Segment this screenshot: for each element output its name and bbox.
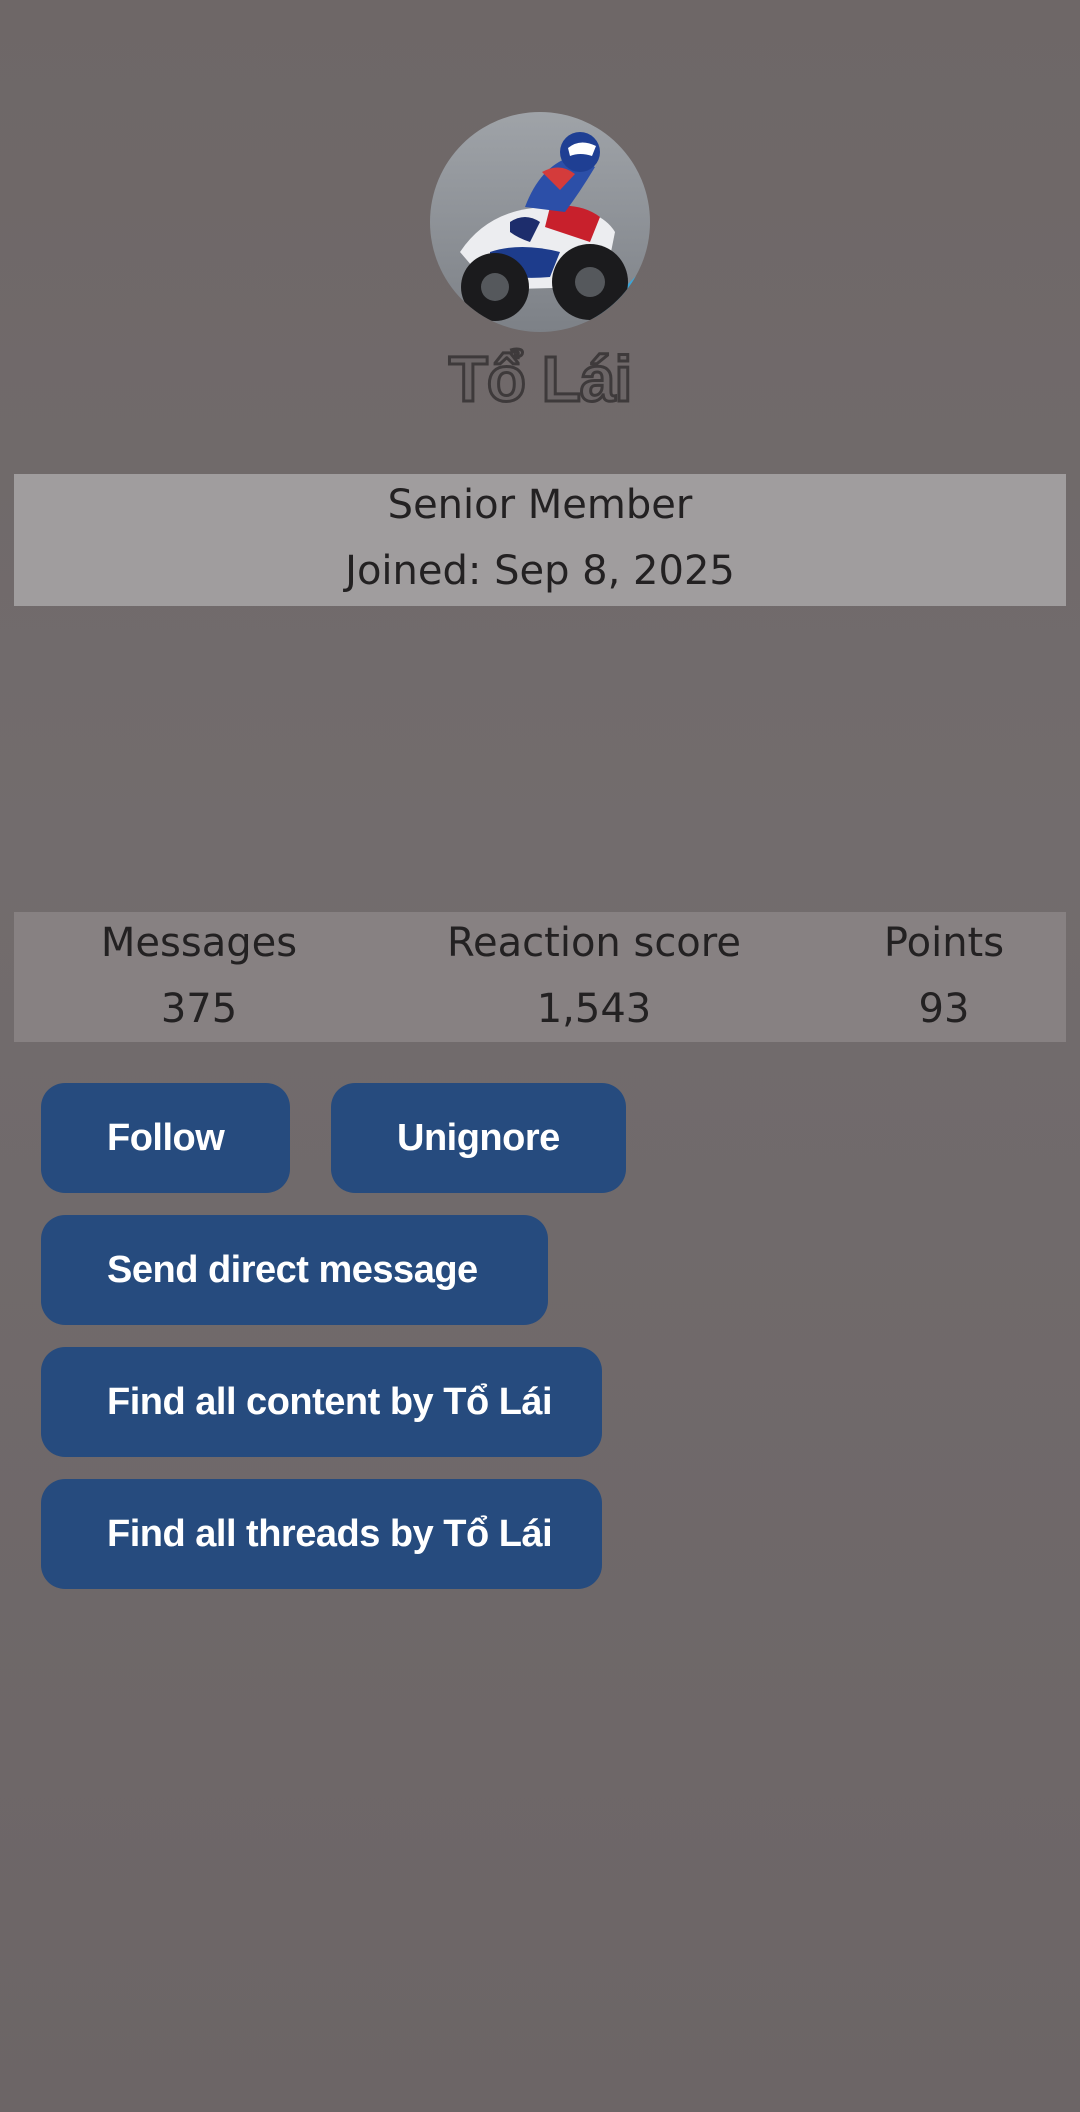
- unignore-button[interactable]: Unignore: [331, 1083, 626, 1193]
- find-all-threads-button[interactable]: Find all threads by Tổ Lái: [41, 1479, 602, 1589]
- stat-reaction-score[interactable]: Reaction score 1,543: [404, 912, 784, 1042]
- follow-button[interactable]: Follow: [41, 1083, 290, 1193]
- profile-username: Tổ Lái: [447, 342, 633, 417]
- stats-band: Messages 375 Reaction score 1,543 Points…: [14, 912, 1066, 1042]
- find-all-content-button[interactable]: Find all content by Tổ Lái: [41, 1347, 602, 1457]
- stat-messages-label: Messages: [100, 920, 298, 966]
- stat-messages[interactable]: Messages 375: [34, 912, 364, 1042]
- stat-reaction-value: 1,543: [536, 986, 652, 1032]
- stat-points[interactable]: Points 93: [814, 912, 1074, 1042]
- stat-messages-value: 375: [160, 986, 238, 1032]
- stat-reaction-label: Reaction score: [447, 920, 741, 966]
- stat-points-label: Points: [883, 920, 1005, 966]
- stat-points-value: 93: [918, 986, 970, 1032]
- avatar[interactable]: [430, 112, 650, 332]
- member-info-band: Senior Member Joined: Sep 8, 2025: [14, 474, 1066, 606]
- joined-date: Joined: Sep 8, 2025: [345, 548, 735, 594]
- motorcycle-racer-avatar: [430, 112, 650, 332]
- member-title: Senior Member: [387, 482, 693, 528]
- send-direct-message-button[interactable]: Send direct message: [41, 1215, 548, 1325]
